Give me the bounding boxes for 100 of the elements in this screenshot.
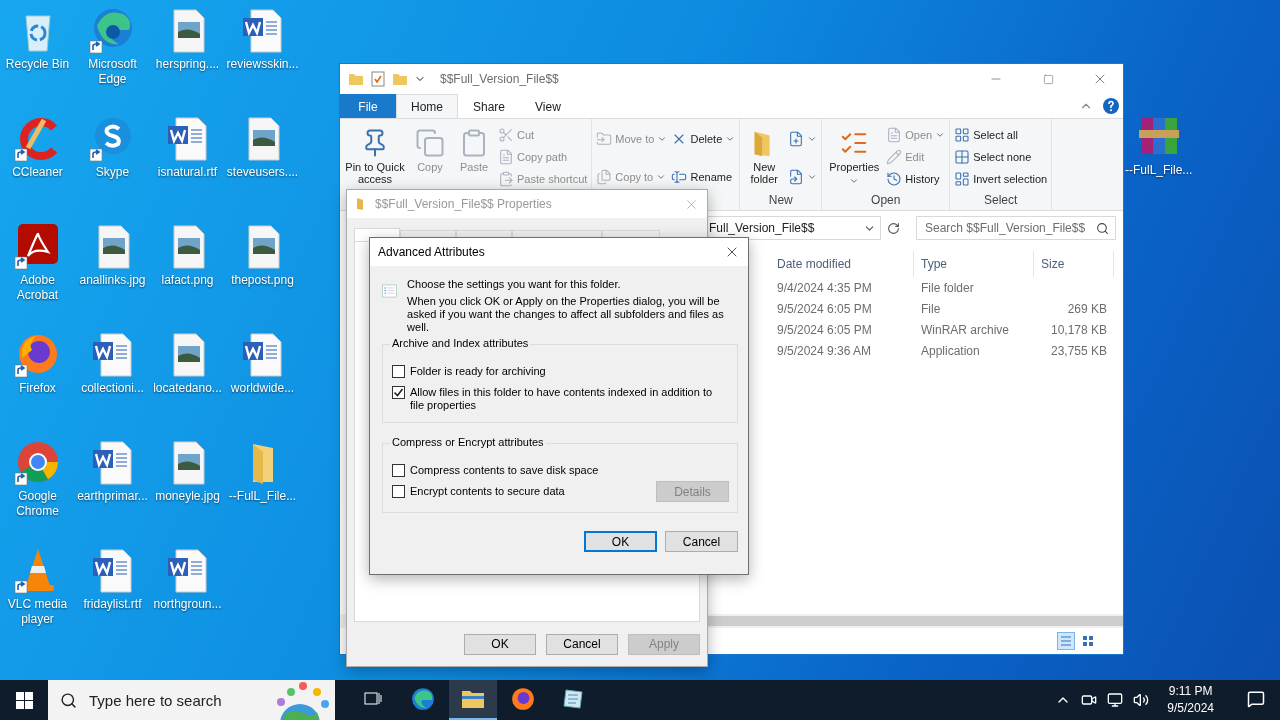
- desktop-icon-label[interactable]: Firefox: [19, 381, 56, 396]
- table-cell-text: 9/5/2024 6:05 PM: [776, 300, 873, 318]
- ribbon-button[interactable]: Select all: [954, 126, 1048, 143]
- network-icon[interactable]: [1107, 692, 1124, 708]
- properties-icon[interactable]: [370, 71, 386, 87]
- ribbon-button[interactable]: Properties: [826, 122, 883, 193]
- desktop-icon-label[interactable]: thepost.png: [231, 273, 294, 288]
- ribbon-button[interactable]: Rename: [671, 168, 736, 185]
- column-header[interactable]: Type: [914, 251, 1034, 277]
- firefox-icon: [510, 686, 536, 712]
- table-cell-text: 10,178 KB: [1049, 321, 1108, 339]
- desktop-icon-label[interactable]: moneyle.jpg: [155, 489, 220, 504]
- desktop-icon-label[interactable]: reviewsskin...: [226, 57, 299, 72]
- desktop-icon-label[interactable]: --FulL_File...: [1125, 163, 1193, 178]
- column-header[interactable]: Date modified: [770, 251, 914, 277]
- desktop-icon-label[interactable]: isnatural.rtf: [157, 165, 218, 180]
- table-cell-text: 9/4/2024 4:35 PM: [776, 279, 873, 297]
- search-icon: [60, 691, 77, 709]
- desktop-icon-label[interactable]: Skype: [95, 165, 130, 180]
- desktop-icon-label[interactable]: CCleaner: [12, 165, 63, 180]
- checkbox-label[interactable]: Folder is ready for archiving: [410, 365, 729, 378]
- folder-icon: [461, 688, 485, 710]
- desktop-icon-label[interactable]: earthprimar...: [77, 489, 148, 504]
- ribbon-button[interactable]: [788, 130, 818, 147]
- search-icon: [1096, 221, 1109, 235]
- checkbox[interactable]: [392, 485, 405, 498]
- ribbon-button[interactable]: Delete: [671, 130, 736, 147]
- search-input[interactable]: Type here to search: [87, 690, 255, 710]
- task-view-icon: [363, 690, 383, 708]
- checkbox[interactable]: [392, 464, 405, 477]
- select-none-icon: [954, 148, 971, 165]
- checkbox[interactable]: [392, 365, 405, 378]
- camera-icon[interactable]: [1081, 692, 1098, 708]
- desktop-icon-label[interactable]: lafact.png: [161, 273, 214, 288]
- notification-icon[interactable]: [1247, 690, 1265, 708]
- desktop-icon-label[interactable]: VLC media player: [0, 597, 75, 627]
- new-item-icon: [788, 130, 805, 147]
- desktop-icon-label[interactable]: Microsoft Edge: [75, 57, 150, 87]
- document-icon: [498, 148, 514, 165]
- copy-icon: [415, 128, 445, 158]
- note-text: When you click OK or Apply on the Properties dialog, you will be asked if you want the changes to affect all subfolders and files as well.: [407, 295, 725, 334]
- table-cell-text: 9/5/2024 9:36 AM: [776, 342, 873, 360]
- checkbox-label[interactable]: Allow files in this folder to have contents indexed in addition to file properties: [410, 386, 729, 412]
- table-cell-text: 269 KB: [1066, 300, 1108, 318]
- desktop-icon-label[interactable]: steveusers....: [226, 165, 299, 180]
- table-cell-text: 23,755 KB: [1049, 342, 1108, 360]
- table-cell-text: File folder: [920, 279, 975, 297]
- caret-icon: [849, 176, 860, 186]
- dialog-button[interactable]: Cancel: [546, 633, 618, 655]
- ribbon-tab[interactable]: Home: [396, 94, 458, 118]
- select-all-icon: [954, 126, 971, 143]
- volume-icon[interactable]: [1133, 692, 1150, 708]
- dialog-button[interactable]: Cancel: [665, 531, 738, 552]
- help-icon[interactable]: [1103, 98, 1119, 114]
- documents-icon: [596, 168, 613, 185]
- ribbon-button[interactable]: Select none: [954, 148, 1048, 165]
- dialog-button[interactable]: OK: [584, 531, 657, 552]
- refresh-icon[interactable]: [887, 221, 900, 235]
- intro-text: Choose the settings you want for this folder.: [407, 278, 622, 291]
- taskbar-search-field[interactable]: Type here to search: [48, 680, 335, 720]
- file-menu-tab[interactable]: File: [340, 94, 396, 118]
- edit-icon: [886, 148, 903, 165]
- desktop-icon-label[interactable]: Google Chrome: [0, 489, 75, 519]
- checkbox-label[interactable]: Compress contents to save disk space: [410, 464, 729, 477]
- checkbox-label[interactable]: Encrypt contents to secure data: [410, 485, 651, 498]
- desktop-icon-label[interactable]: herspring....: [155, 57, 220, 72]
- ribbon-button[interactable]: History: [886, 170, 946, 187]
- ribbon-group-label: Open: [870, 193, 902, 209]
- invert-selection-icon: [954, 170, 971, 187]
- dialog-button[interactable]: OK: [464, 633, 536, 655]
- folder-arrow-icon: [596, 130, 613, 147]
- desktop-icon-label[interactable]: Recycle Bin: [5, 57, 70, 72]
- desktop-icon-label[interactable]: locatedano...: [153, 381, 222, 396]
- desktop-icon-label[interactable]: worldwide...: [230, 381, 295, 396]
- desktop-icon-label[interactable]: Adobe Acrobat: [0, 273, 75, 303]
- table-cell-text: Application: [920, 342, 981, 360]
- desktop-icon-label[interactable]: northgroun...: [153, 597, 222, 612]
- windows-start-icon[interactable]: [15, 691, 33, 709]
- notepad-icon: [561, 687, 585, 711]
- ribbon-group-label: Select: [983, 193, 1019, 209]
- column-header[interactable]: Size: [1034, 251, 1114, 277]
- history-icon: [886, 170, 903, 187]
- search-field[interactable]: Search $$Full_Version_File$$: [916, 216, 1116, 240]
- ribbon-button[interactable]: Invert selection: [954, 170, 1048, 187]
- desktop-icon-label[interactable]: fridaylist.rtf: [83, 597, 142, 612]
- desktop-icon-label[interactable]: anallinks.jpg: [79, 273, 146, 288]
- clock[interactable]: 9:11 PM 9/5/2024: [1159, 683, 1222, 717]
- group-legend: Compress or Encrypt attributes: [390, 436, 546, 448]
- checkbox[interactable]: [392, 386, 405, 399]
- taskbar-app-button[interactable]: [449, 680, 497, 720]
- desktop-icon-label[interactable]: --FulL_File...: [228, 489, 297, 504]
- desktop-icon-label[interactable]: collectioni...: [81, 381, 144, 396]
- table-cell-text: 9/5/2024 6:05 PM: [776, 321, 873, 339]
- table-cell-text: WinRAR archive: [920, 321, 1011, 339]
- ribbon-button[interactable]: [788, 168, 818, 185]
- ribbon-button[interactable]: New folder: [744, 122, 785, 193]
- document-icon: [788, 168, 805, 185]
- clipboard-icon: [498, 170, 514, 187]
- ribbon-button[interactable]: Pin to Quick access: [344, 122, 406, 193]
- table-cell-text: File: [920, 300, 942, 318]
